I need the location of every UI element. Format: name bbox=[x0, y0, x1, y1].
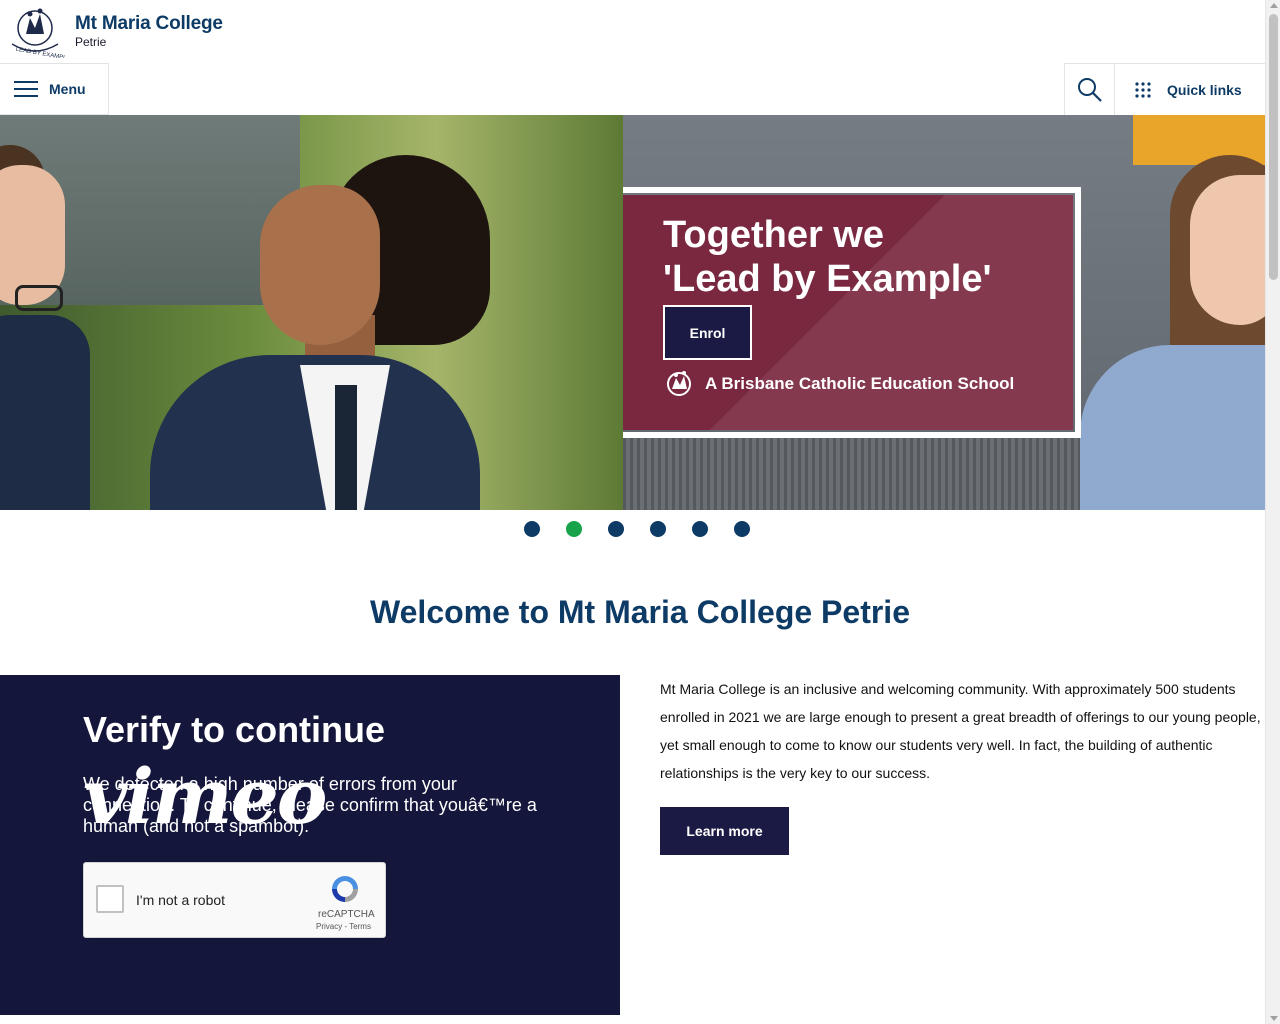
college-logo[interactable]: LEAD BY EXAMPLE bbox=[4, 4, 66, 58]
bce-text: A Brisbane Catholic Education School bbox=[705, 374, 1015, 393]
menu-label: Menu bbox=[49, 81, 86, 97]
carousel-dots bbox=[524, 521, 750, 537]
site-header: LEAD BY EXAMPLE Mt Maria College Petrie … bbox=[0, 0, 1265, 115]
recaptcha-links[interactable]: Privacy - Terms bbox=[316, 922, 371, 931]
scroll-up-arrow-icon[interactable] bbox=[1270, 3, 1278, 8]
page-scrollbar[interactable] bbox=[1265, 0, 1280, 1024]
student-photo bbox=[1190, 175, 1265, 325]
carousel-dot[interactable] bbox=[524, 521, 540, 537]
quick-links-label: Quick links bbox=[1167, 81, 1242, 98]
scroll-down-arrow-icon[interactable] bbox=[1270, 1016, 1278, 1021]
page: LEAD BY EXAMPLE Mt Maria College Petrie … bbox=[0, 0, 1280, 1024]
embedded-video: Verify to continue We detected a high nu… bbox=[0, 675, 620, 1015]
carousel-dot[interactable] bbox=[608, 521, 624, 537]
student-photo bbox=[1080, 345, 1265, 510]
bce-line: A Brisbane Catholic Education School bbox=[663, 370, 1014, 398]
hamburger-icon bbox=[14, 81, 38, 97]
learn-more-button[interactable]: Learn more bbox=[660, 807, 789, 855]
carousel-dot[interactable] bbox=[692, 521, 708, 537]
hero-photo-left bbox=[0, 115, 623, 510]
enrol-button[interactable]: Enrol bbox=[663, 305, 752, 360]
student-photo bbox=[260, 185, 380, 345]
search-button[interactable] bbox=[1064, 63, 1114, 115]
recaptcha-label: I'm not a robot bbox=[136, 892, 226, 908]
recaptcha-brand: reCAPTCHA bbox=[318, 909, 375, 920]
intro-paragraph: Mt Maria College is an inclusive and wel… bbox=[660, 681, 1261, 781]
hero-card-panel: Together we 'Lead by Example' Enrol A Br… bbox=[623, 195, 1073, 430]
hero-card: Together we 'Lead by Example' Enrol A Br… bbox=[623, 187, 1081, 438]
student-photo bbox=[335, 385, 357, 510]
verify-title: Verify to continue bbox=[83, 709, 386, 750]
recaptcha-checkbox[interactable] bbox=[96, 885, 124, 913]
menu-button[interactable]: Menu bbox=[0, 63, 109, 115]
vimeo-logo: vimeo bbox=[83, 752, 327, 841]
brand-subtitle: Petrie bbox=[75, 35, 107, 49]
welcome-heading: Welcome to Mt Maria College Petrie bbox=[370, 594, 910, 630]
carousel-dot[interactable] bbox=[566, 521, 582, 537]
student-photo bbox=[0, 315, 90, 510]
hero-title: Together we 'Lead by Example' bbox=[663, 213, 992, 301]
student-photo bbox=[15, 285, 63, 311]
hero-title-line2: 'Lead by Example' bbox=[663, 258, 992, 300]
brand-title[interactable]: Mt Maria College bbox=[75, 13, 223, 35]
search-icon bbox=[1077, 77, 1102, 102]
hero-banner: Together we 'Lead by Example' Enrol A Br… bbox=[0, 115, 1265, 510]
student-photo bbox=[0, 165, 65, 305]
quick-links-button[interactable]: Quick links bbox=[1114, 63, 1265, 115]
hero-title-line1: Together we bbox=[663, 214, 884, 256]
recaptcha-icon bbox=[332, 876, 358, 902]
carousel-dot[interactable] bbox=[650, 521, 666, 537]
carousel-dot[interactable] bbox=[734, 521, 750, 537]
intro-section: Mt Maria College is an inclusive and wel… bbox=[660, 675, 1270, 787]
svg-text:LEAD BY EXAMPLE: LEAD BY EXAMPLE bbox=[15, 47, 66, 58]
recaptcha-widget: I'm not a robot reCAPTCHA Privacy - Term… bbox=[83, 862, 386, 938]
grid-icon bbox=[1135, 81, 1151, 98]
scrollbar-thumb[interactable] bbox=[1269, 14, 1278, 280]
bce-logo-icon bbox=[667, 371, 691, 396]
